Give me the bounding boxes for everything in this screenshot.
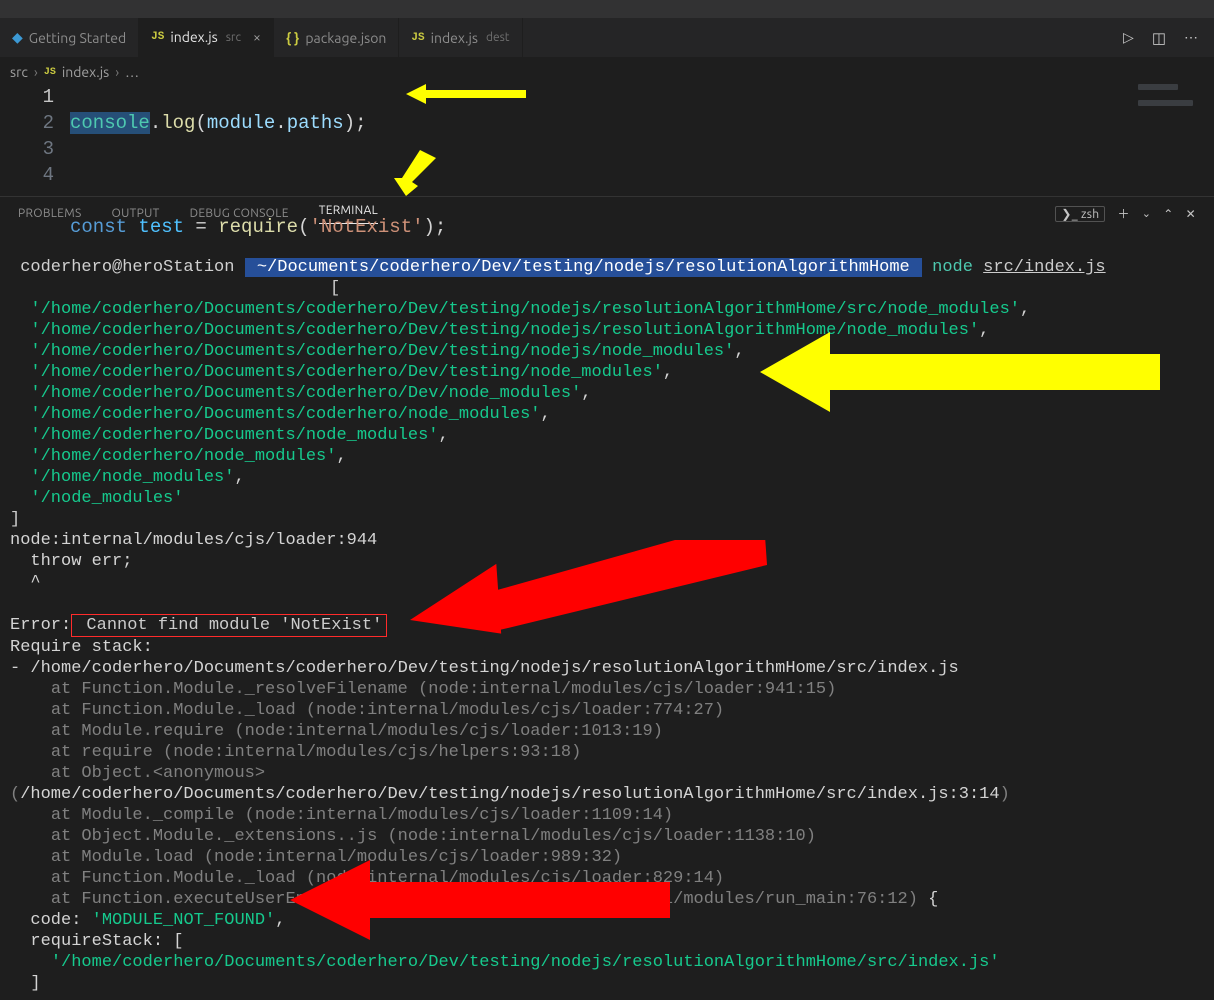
split-editor-icon[interactable]: ◫	[1152, 29, 1166, 47]
vscode-icon: ◆	[12, 29, 23, 46]
tab-index-src[interactable]: JS index.js src ×	[139, 18, 274, 57]
breadcrumb[interactable]: src › JS index.js › …	[0, 58, 1214, 84]
breadcrumb-folder[interactable]: src	[10, 64, 28, 80]
menubar	[0, 0, 1214, 18]
js-icon: JS	[151, 31, 164, 43]
breadcrumb-more[interactable]: …	[125, 64, 139, 80]
tab-label: package.json	[305, 30, 386, 46]
tab-getting-started[interactable]: ◆ Getting Started	[0, 18, 139, 57]
annotation-arrow-red-2	[290, 860, 670, 940]
tab-label: index.js	[170, 29, 217, 45]
error-highlight: Cannot find module 'NotExist'	[71, 614, 387, 637]
tab-path: src	[226, 31, 241, 44]
breadcrumb-file[interactable]: index.js	[62, 64, 109, 80]
close-icon[interactable]: ×	[253, 29, 261, 45]
tab-index-dest[interactable]: JS index.js dest	[399, 18, 522, 57]
annotation-arrow-yellow-big	[760, 332, 1160, 412]
tab-package-json[interactable]: { } package.json	[274, 18, 399, 57]
run-icon[interactable]: ▷	[1123, 29, 1134, 46]
js-icon: JS	[411, 32, 424, 44]
tab-label: index.js	[431, 30, 478, 46]
chevron-icon: ›	[115, 64, 119, 80]
minimap[interactable]	[1134, 82, 1214, 192]
annotation-arrow-yellow-2	[376, 150, 436, 200]
code-editor[interactable]: 1 2 3 4 console.log(module.paths); const…	[0, 84, 1214, 196]
editor-actions: ▷ ◫ ⋯	[1123, 18, 1214, 57]
editor-tabs: ◆ Getting Started JS index.js src × { } …	[0, 18, 1214, 58]
tab-label: Getting Started	[29, 30, 126, 46]
annotation-arrow-yellow-1	[406, 84, 526, 104]
tab-path: dest	[486, 31, 510, 44]
annotation-arrow-red-1	[410, 540, 770, 640]
json-icon: { }	[286, 30, 299, 46]
chevron-icon: ›	[34, 64, 38, 80]
js-icon: JS	[44, 67, 56, 78]
line-gutter: 1 2 3 4	[0, 84, 70, 196]
code-content[interactable]: console.log(module.paths); const test = …	[70, 84, 1214, 196]
more-icon[interactable]: ⋯	[1184, 29, 1198, 46]
